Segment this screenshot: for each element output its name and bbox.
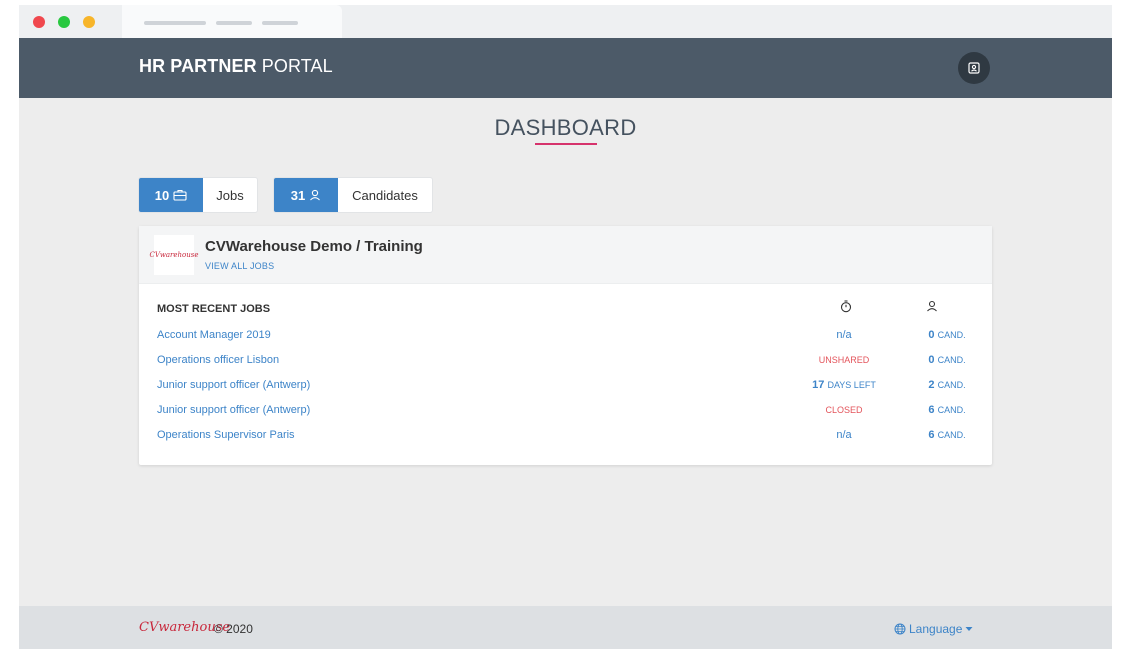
profile-card-icon: [968, 62, 980, 74]
close-window-button[interactable]: [33, 16, 45, 28]
caret-down-icon: [965, 627, 973, 631]
jobs-label: Jobs: [216, 187, 244, 203]
maximize-window-button[interactable]: [58, 16, 70, 28]
job-row[interactable]: Junior support officer (Antwerp) CLOSED …: [139, 404, 992, 429]
candidate-count-number: 6: [928, 404, 935, 416]
jobs-counter[interactable]: 10 Jobs: [139, 178, 257, 212]
candidate-icon: [927, 300, 937, 312]
briefcase-icon: [173, 189, 187, 201]
tab-title-placeholder: [144, 21, 206, 25]
view-all-jobs-link[interactable]: VIEW ALL JOBS: [205, 261, 274, 271]
company-card-header: CVwarehouse CVWarehouse Demo / Training …: [139, 226, 992, 284]
job-row[interactable]: Operations officer Lisbon UNSHARED 0 CAN…: [139, 354, 992, 379]
brand-rest: PORTAL: [256, 56, 333, 76]
company-logo: CVwarehouse: [149, 235, 199, 275]
job-status: UNSHARED: [818, 355, 870, 365]
job-status: 17 DAYS LEFT: [794, 379, 894, 391]
job-row[interactable]: Junior support officer (Antwerp) 17 DAYS…: [139, 379, 992, 404]
candidates-count-badge: 31: [274, 178, 338, 212]
job-title-link[interactable]: Junior support officer (Antwerp): [157, 404, 310, 416]
brand-bold: HR PARTNER: [139, 56, 257, 76]
candidate-count-unit: CAND.: [937, 330, 966, 340]
candidate-count-unit: CAND.: [937, 430, 966, 440]
language-label: Language: [909, 622, 963, 636]
candidate-count-number: 0: [928, 354, 935, 366]
candidate-count[interactable]: 0 CAND.: [917, 329, 977, 341]
language-selector[interactable]: Language: [894, 622, 973, 636]
app-header: HR PARTNER PORTAL: [19, 38, 1112, 98]
days-left-label: DAYS LEFT: [827, 380, 876, 390]
candidates-label: Candidates: [352, 187, 418, 203]
timer-icon: [840, 300, 852, 313]
candidate-count-unit: CAND.: [937, 355, 966, 365]
job-title-link[interactable]: Operations Supervisor Paris: [157, 429, 295, 441]
jobs-count-badge: 10: [139, 178, 203, 212]
candidate-count-unit: CAND.: [937, 380, 966, 390]
candidate-count-number: 6: [928, 429, 935, 441]
globe-icon: [894, 623, 906, 635]
browser-window: HR PARTNER PORTAL DASHBOARD 10 Jobs 31 C…: [19, 5, 1112, 649]
candidate-count[interactable]: 6 CAND.: [917, 404, 977, 416]
browser-chrome: [19, 5, 1112, 38]
candidate-count[interactable]: 2 CAND.: [917, 379, 977, 391]
title-underline: [535, 143, 597, 145]
job-row[interactable]: Account Manager 2019 n/a 0 CAND.: [139, 329, 992, 354]
job-status: n/a: [836, 329, 852, 341]
candidate-count[interactable]: 0 CAND.: [917, 354, 977, 366]
brand-title[interactable]: HR PARTNER PORTAL: [139, 56, 333, 77]
candidate-count[interactable]: 6 CAND.: [917, 429, 977, 441]
candidate-count-number: 0: [928, 329, 935, 341]
user-icon: [310, 189, 321, 201]
job-title-link[interactable]: Junior support officer (Antwerp): [157, 379, 310, 391]
job-status: CLOSED: [825, 405, 863, 415]
candidates-counter[interactable]: 31 Candidates: [274, 178, 432, 212]
copyright-text: © 2020: [214, 622, 253, 636]
jobs-count: 10: [154, 187, 170, 203]
candidates-count: 31: [290, 187, 306, 203]
most-recent-jobs-heading: MOST RECENT JOBS: [157, 303, 271, 315]
browser-tab[interactable]: [122, 5, 342, 38]
minimize-window-button[interactable]: [83, 16, 95, 28]
job-row[interactable]: Operations Supervisor Paris n/a 6 CAND.: [139, 429, 992, 454]
tab-title-placeholder: [216, 21, 252, 25]
job-title-link[interactable]: Account Manager 2019: [157, 329, 271, 341]
job-title-link[interactable]: Operations officer Lisbon: [157, 354, 279, 366]
days-left-number: 17: [812, 379, 825, 391]
company-logo-text: CVwarehouse: [149, 251, 199, 259]
footer: CVwarehouse © 2020 Language: [19, 606, 1112, 649]
job-status: n/a: [836, 429, 852, 441]
candidate-count-unit: CAND.: [937, 405, 966, 415]
company-card: CVwarehouse CVWarehouse Demo / Training …: [139, 226, 992, 465]
tab-title-placeholder: [262, 21, 298, 25]
company-name: CVWarehouse Demo / Training: [205, 238, 423, 255]
profile-button[interactable]: [958, 52, 990, 84]
page-title: DASHBOARD: [494, 115, 637, 140]
candidate-count-number: 2: [928, 379, 935, 391]
